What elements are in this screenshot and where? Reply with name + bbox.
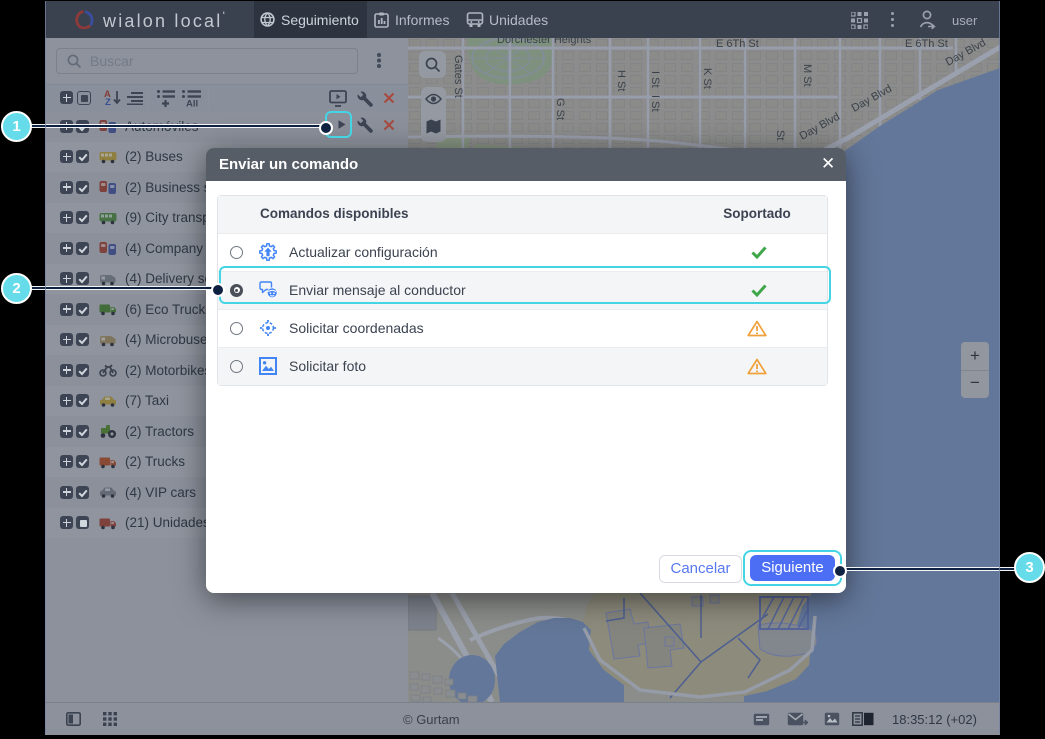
svg-text:M St: M St [801,64,813,87]
svg-text:G St: G St [554,98,566,120]
svg-text:K St: K St [701,68,713,89]
svg-text:H St: H St [615,70,627,91]
svg-text:E 6Th St: E 6Th St [905,38,948,50]
svg-text:Gates St: Gates St [452,55,464,98]
svg-text:I St: I St [649,95,661,112]
svg-text:I St: I St [649,71,661,88]
svg-text:All: All [186,99,198,108]
svg-text:St: St [774,130,786,140]
svg-text:Dorchester Heights: Dorchester Heights [497,38,592,46]
svg-text:E 6Th St: E 6Th St [716,38,759,50]
